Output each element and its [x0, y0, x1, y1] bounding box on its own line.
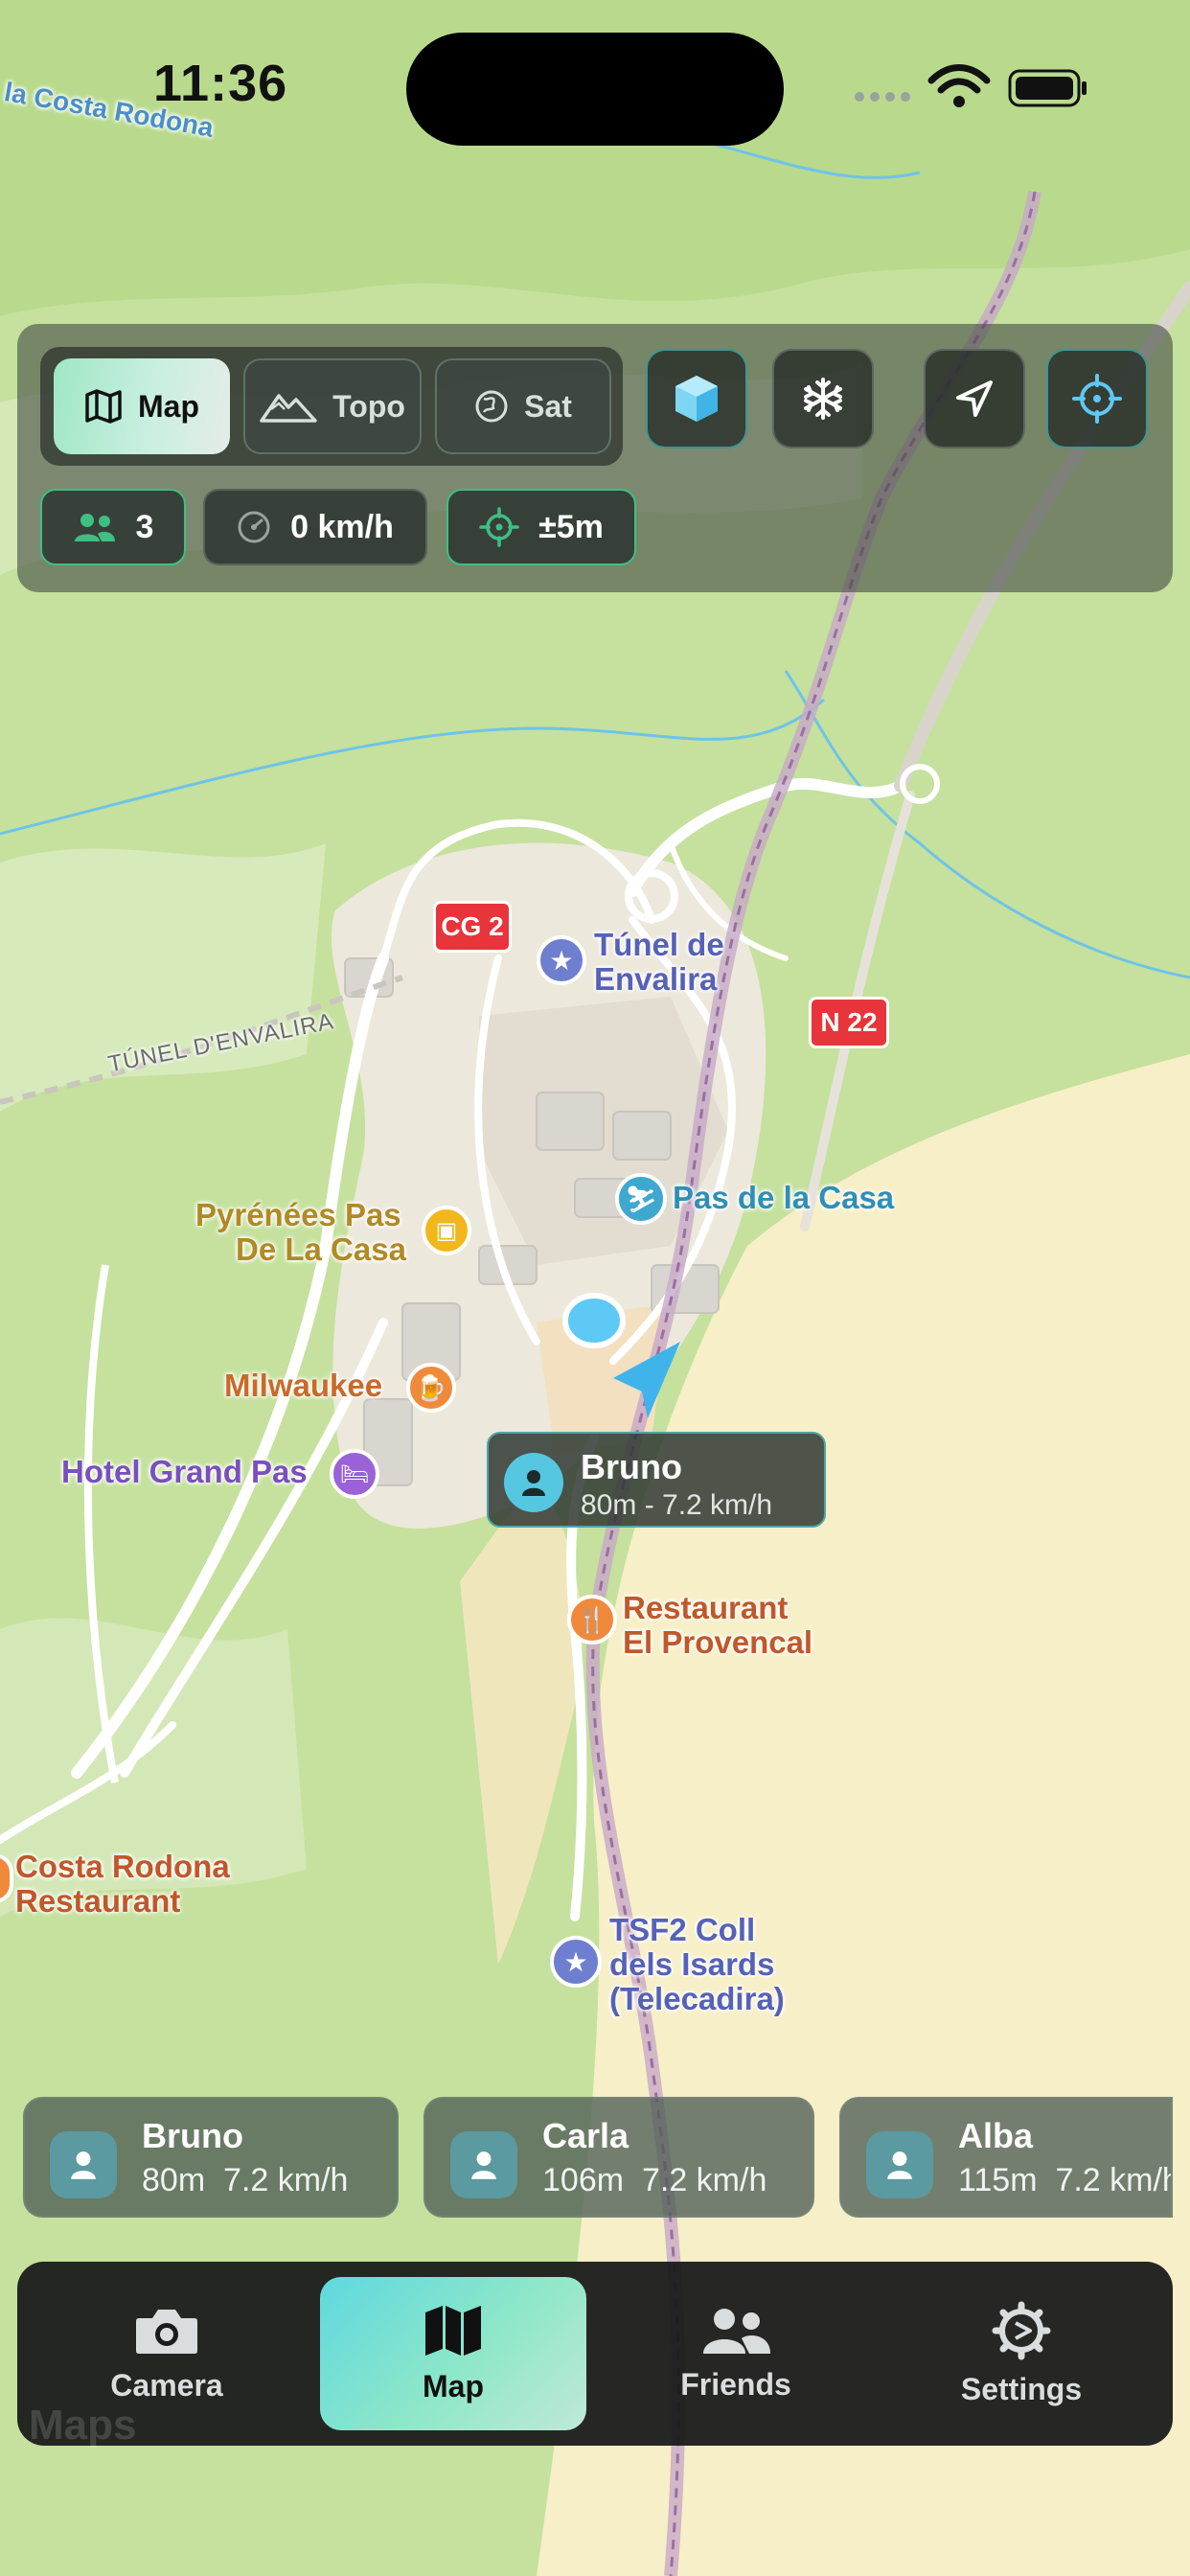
cellular-signal-icon: [855, 92, 916, 104]
globe-icon: [475, 390, 508, 423]
poi-label: Hotel Grand Pas: [61, 1454, 308, 1489]
camera-icon: [136, 2309, 197, 2354]
tab-friends[interactable]: Friends: [602, 2277, 870, 2430]
wifi-icon: [927, 64, 991, 107]
poi-label: De La Casa: [236, 1231, 406, 1267]
friend-stats: 80m 7.2 km/h: [142, 2162, 348, 2199]
tab-label: Settings: [960, 2371, 1083, 2406]
beer-mug-icon: 🍺: [406, 1363, 456, 1413]
avatar: [504, 1453, 563, 1512]
callout-name: Bruno: [581, 1447, 682, 1486]
map-mode-map-button[interactable]: Map: [54, 358, 230, 454]
cube-icon: [675, 376, 718, 422]
map-mode-label: Map: [138, 388, 199, 424]
friend-speed: 7.2 km/h: [223, 2162, 349, 2198]
snowflake-icon: [804, 378, 842, 420]
friend-name: Alba: [958, 2116, 1034, 2155]
friends-count: 3: [135, 508, 154, 545]
poi-label: Envalira: [594, 961, 718, 997]
person-icon: [471, 2151, 496, 2179]
bed-icon: 🛏: [330, 1449, 379, 1499]
tab-map[interactable]: Map: [320, 2277, 586, 2430]
poi-label: Pyrénées Pas: [195, 1197, 401, 1232]
friend-card-alba[interactable]: Alba 115m 7.2 km/h: [839, 2097, 1173, 2218]
tab-settings[interactable]: Settings: [887, 2277, 1156, 2430]
speed-value: 0 km/h: [290, 508, 394, 545]
crosshair-icon: [1072, 374, 1122, 424]
navigation-button[interactable]: [924, 349, 1025, 448]
people-icon: [703, 2308, 770, 2354]
friend-speed: 7.2 km/h: [641, 2162, 767, 2198]
mountain-icon: [260, 394, 317, 423]
ski-mode-button[interactable]: [772, 349, 874, 448]
dynamic-island: [406, 33, 784, 146]
navigation-arrow-icon: [956, 380, 993, 417]
friend-callout-bruno[interactable]: Bruno 80m - 7.2 km/h: [487, 1432, 826, 1528]
skier-icon: ⛷: [615, 1173, 667, 1225]
star-icon: ★: [550, 1936, 602, 1988]
poi-label: Restaurant: [15, 1883, 181, 1919]
poi-label: (Telecadira): [609, 1981, 785, 2016]
poi-label: Pas de la Casa: [673, 1180, 895, 1215]
poi-label: Costa Rodona: [15, 1849, 230, 1884]
friend-distance: 115m: [958, 2162, 1038, 2198]
map-mode-sat-button[interactable]: Sat: [435, 358, 611, 454]
callout-status: 80m - 7.2 km/h: [581, 1489, 773, 1521]
friend-name: Carla: [542, 2116, 629, 2155]
tab-label: Friends: [680, 2366, 791, 2402]
poi-label: El Provencal: [623, 1624, 813, 1660]
poi-label: Milwaukee: [224, 1368, 383, 1403]
map-mode-label: Topo: [332, 388, 405, 424]
friend-stats: 106m 7.2 km/h: [542, 2162, 767, 2199]
fork-knife-icon: 🍴: [567, 1595, 617, 1644]
road-shield-cg2: CG 2: [433, 901, 512, 953]
friend-card-bruno[interactable]: Bruno 80m 7.2 km/h: [23, 2097, 399, 2218]
avatar: [866, 2131, 933, 2198]
person-icon: [887, 2151, 912, 2179]
speed-chip: 0 km/h: [203, 489, 427, 565]
person-icon: [71, 2151, 96, 2179]
friend-distance: 106m: [542, 2162, 625, 2198]
speedometer-icon: [238, 511, 270, 543]
map-icon: [85, 389, 122, 424]
accuracy-value: ±5m: [538, 508, 604, 545]
star-icon: ★: [537, 935, 586, 985]
map-mode-label: Sat: [524, 388, 572, 424]
gear-icon: [992, 2301, 1051, 2359]
poi-label: TSF2 Coll: [609, 1912, 756, 1947]
map-icon: [425, 2305, 481, 2356]
friends-count-chip[interactable]: 3: [40, 489, 186, 565]
poi-label: Túnel de: [594, 927, 724, 962]
tab-camera[interactable]: Camera: [33, 2277, 301, 2430]
3d-view-button[interactable]: [646, 349, 747, 448]
tab-label: Camera: [110, 2367, 223, 2403]
accuracy-chip: ±5m: [446, 489, 636, 565]
poi-label: dels Isards: [609, 1946, 775, 1982]
tab-label: Map: [423, 2368, 484, 2404]
friend-name: Bruno: [142, 2116, 243, 2155]
people-icon: [74, 514, 115, 541]
avatar: [50, 2131, 117, 2198]
poi-label: Restaurant: [623, 1590, 789, 1625]
shopping-bag-icon: ▣: [422, 1206, 471, 1255]
avatar: [450, 2131, 517, 2198]
friend-card-carla[interactable]: Carla 106m 7.2 km/h: [423, 2097, 814, 2218]
friend-stats: 115m 7.2 km/h: [958, 2162, 1173, 2199]
road-shield-n22: N 22: [809, 997, 889, 1048]
friend-speed: 7.2 km/h: [1055, 2162, 1173, 2198]
recenter-button[interactable]: [1046, 349, 1148, 448]
friend-distance: 80m: [142, 2162, 206, 2198]
crosshair-icon: [479, 507, 519, 547]
person-icon: [522, 1470, 545, 1496]
map-mode-topo-button[interactable]: Topo: [243, 358, 422, 454]
battery-icon: [1008, 69, 1087, 107]
